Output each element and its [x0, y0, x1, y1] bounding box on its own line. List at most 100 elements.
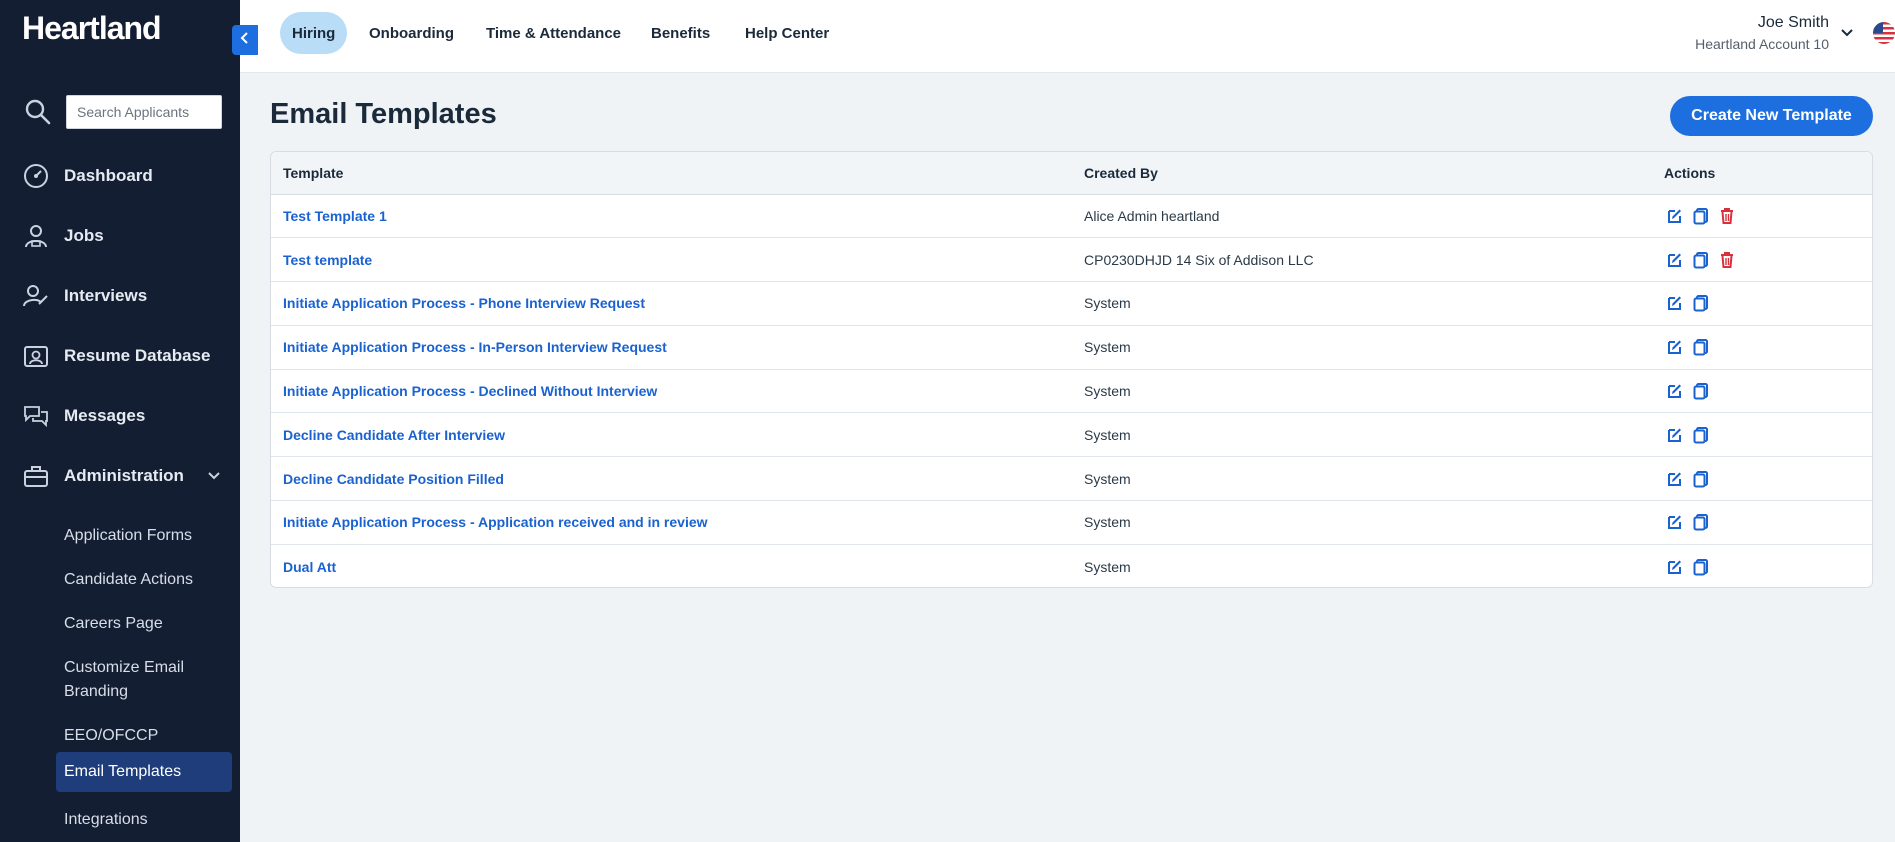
- created-by-cell: System: [1072, 500, 1652, 545]
- messages-chat-icon: [22, 402, 50, 430]
- user-name[interactable]: Joe Smith: [1758, 14, 1829, 32]
- copy-icon[interactable]: [1690, 468, 1712, 490]
- chevron-down-icon[interactable]: [1839, 24, 1855, 45]
- table-header-row: Template Created By Actions: [271, 152, 1872, 195]
- chevron-left-icon: [239, 31, 251, 50]
- actions-cell: [1652, 194, 1872, 239]
- sidebar-subitem-customize-email-branding[interactable]: Customize Email Branding: [56, 648, 232, 712]
- collapse-sidebar-button[interactable]: [232, 25, 258, 55]
- user-account[interactable]: Heartland Account 10: [1695, 36, 1829, 52]
- sidebar-item-resume-database[interactable]: Resume Database: [22, 341, 210, 371]
- tab-onboarding[interactable]: Onboarding: [357, 12, 466, 54]
- edit-icon[interactable]: [1664, 249, 1686, 271]
- copy-icon[interactable]: [1690, 556, 1712, 578]
- table-row: Test Template 1 Alice Admin heartland: [271, 194, 1872, 239]
- created-by-cell: System: [1072, 325, 1652, 370]
- template-name-link[interactable]: Test Template 1: [271, 194, 1072, 239]
- table-row: Initiate Application Process - Declined …: [271, 369, 1872, 414]
- edit-icon[interactable]: [1664, 380, 1686, 402]
- template-name-link[interactable]: Dual Att: [271, 544, 1072, 587]
- template-name-link[interactable]: Initiate Application Process - In-Person…: [271, 325, 1072, 370]
- dashboard-gauge-icon: [22, 162, 50, 190]
- delete-icon[interactable]: [1716, 205, 1738, 227]
- edit-icon[interactable]: [1664, 292, 1686, 314]
- actions-cell: [1652, 456, 1872, 502]
- edit-icon[interactable]: [1664, 556, 1686, 578]
- sidebar-item-jobs[interactable]: Jobs: [22, 221, 104, 251]
- actions-cell: [1652, 237, 1872, 283]
- copy-icon[interactable]: [1690, 292, 1712, 314]
- us-flag-icon[interactable]: [1873, 22, 1895, 44]
- delete-icon[interactable]: [1716, 249, 1738, 271]
- sidebar-subitem-candidate-actions[interactable]: Candidate Actions: [56, 560, 232, 600]
- template-name-link[interactable]: Initiate Application Process - Declined …: [271, 369, 1072, 414]
- resume-database-icon: [22, 342, 50, 370]
- copy-icon[interactable]: [1690, 511, 1712, 533]
- administration-toolbox-icon: [22, 462, 50, 490]
- copy-icon[interactable]: [1690, 205, 1712, 227]
- sidebar-subitem-integrations[interactable]: Integrations: [56, 800, 232, 840]
- template-name-link[interactable]: Initiate Application Process - Applicati…: [271, 500, 1072, 545]
- table-row: Initiate Application Process - Applicati…: [271, 500, 1872, 545]
- actions-cell: [1652, 281, 1872, 326]
- edit-icon[interactable]: [1664, 511, 1686, 533]
- column-header-created-by: Created By: [1072, 152, 1652, 195]
- tab-time-attendance[interactable]: Time & Attendance: [474, 12, 633, 54]
- created-by-cell: CP0230DHJD 14 Six of Addison LLC: [1072, 237, 1652, 283]
- tab-help-center[interactable]: Help Center: [733, 12, 841, 54]
- copy-icon[interactable]: [1690, 424, 1712, 446]
- template-name-link[interactable]: Initiate Application Process - Phone Int…: [271, 281, 1072, 326]
- sidebar-item-label: Jobs: [64, 226, 104, 245]
- sidebar-item-label: Dashboard: [64, 166, 153, 185]
- sidebar-item-administration[interactable]: Administration: [22, 461, 184, 491]
- jobs-person-icon: [22, 222, 50, 250]
- search-icon[interactable]: [24, 98, 52, 131]
- search-applicants-input[interactable]: [66, 95, 222, 129]
- column-header-template: Template: [271, 152, 1072, 195]
- heartland-logo[interactable]: Heartland: [22, 10, 162, 47]
- tab-hiring[interactable]: Hiring: [280, 12, 348, 54]
- template-name-link[interactable]: Test template: [271, 237, 1072, 283]
- edit-icon[interactable]: [1664, 468, 1686, 490]
- template-name-link[interactable]: Decline Candidate After Interview: [271, 412, 1072, 458]
- actions-cell: [1652, 369, 1872, 414]
- edit-icon[interactable]: [1664, 424, 1686, 446]
- actions-cell: [1652, 412, 1872, 458]
- sidebar-item-interviews[interactable]: Interviews: [22, 281, 147, 311]
- copy-icon[interactable]: [1690, 336, 1712, 358]
- sidebar-item-label: Interviews: [64, 286, 148, 305]
- created-by-cell: System: [1072, 369, 1652, 414]
- table-row: Initiate Application Process - In-Person…: [271, 325, 1872, 370]
- actions-cell: [1652, 544, 1872, 587]
- email-templates-table: Template Created By Actions Test Templat…: [270, 151, 1873, 588]
- sidebar-subitem-eeo-ofccp[interactable]: EEO/OFCCP: [56, 716, 232, 756]
- sidebar-subitem-email-templates[interactable]: Email Templates: [56, 752, 232, 792]
- actions-cell: [1652, 500, 1872, 545]
- table-row: Decline Candidate Position Filled System: [271, 456, 1872, 502]
- table-row: Initiate Application Process - Phone Int…: [271, 281, 1872, 326]
- sidebar: Heartland Dashboard Jobs Interviews Resu…: [0, 0, 240, 842]
- table-row: Dual Att System: [271, 544, 1872, 587]
- chevron-down-icon[interactable]: [205, 466, 223, 489]
- created-by-cell: System: [1072, 281, 1652, 326]
- column-header-actions: Actions: [1652, 152, 1872, 195]
- sidebar-item-messages[interactable]: Messages: [22, 401, 145, 431]
- tab-benefits[interactable]: Benefits: [639, 12, 722, 54]
- sidebar-item-label: Administration: [64, 466, 184, 485]
- table-row: Decline Candidate After Interview System: [271, 412, 1872, 458]
- sidebar-item-label: Messages: [64, 406, 146, 425]
- copy-icon[interactable]: [1690, 380, 1712, 402]
- copy-icon[interactable]: [1690, 249, 1712, 271]
- sidebar-item-dashboard[interactable]: Dashboard: [22, 161, 153, 191]
- create-new-template-button[interactable]: Create New Template: [1670, 96, 1873, 136]
- sidebar-subitem-careers-page[interactable]: Careers Page: [56, 604, 232, 644]
- page-title: Email Templates: [270, 98, 497, 130]
- created-by-cell: System: [1084, 558, 1131, 575]
- edit-icon[interactable]: [1664, 205, 1686, 227]
- sidebar-subitem-application-forms[interactable]: Application Forms: [56, 516, 232, 556]
- interviews-person-pen-icon: [22, 282, 50, 310]
- edit-icon[interactable]: [1664, 336, 1686, 358]
- actions-cell: [1652, 325, 1872, 370]
- template-name-link[interactable]: Decline Candidate Position Filled: [271, 456, 1072, 502]
- sidebar-item-label: Resume Database: [64, 346, 211, 365]
